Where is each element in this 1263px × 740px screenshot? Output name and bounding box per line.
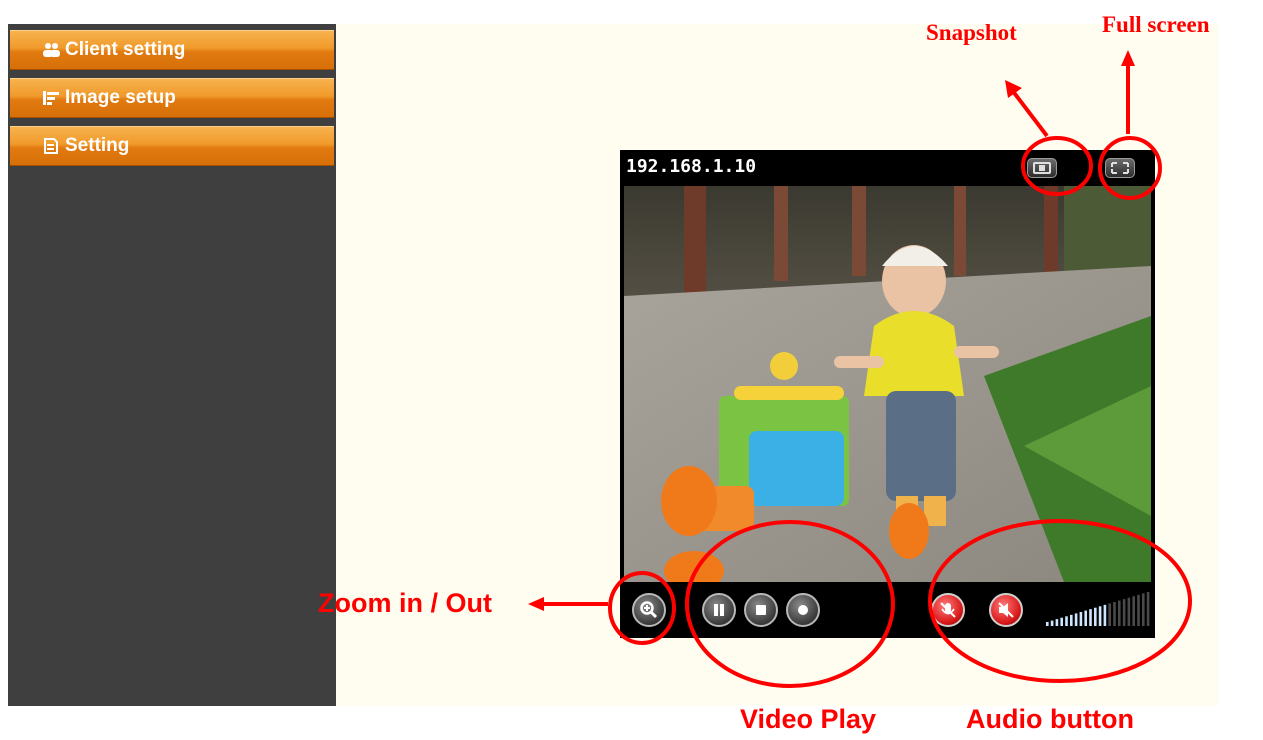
volume-bar xyxy=(1146,592,1150,626)
volume-bar xyxy=(1060,617,1063,626)
video-viewer: 192.168.1.10 xyxy=(620,150,1155,638)
volume-bar xyxy=(1055,619,1059,626)
volume-bar xyxy=(1122,599,1126,626)
volume-bar xyxy=(1074,613,1078,626)
volume-bar xyxy=(1142,593,1145,626)
volume-bar xyxy=(1065,616,1068,626)
fullscreen-icon xyxy=(1111,162,1129,174)
video-play-annotation-label: Video Play xyxy=(740,704,877,734)
ip-address-label: 192.168.1.10 xyxy=(626,156,757,177)
volume-bar xyxy=(1089,609,1092,626)
users-icon xyxy=(43,43,60,57)
volume-bar xyxy=(1094,607,1097,626)
snapshot-annotation-label: Snapshot xyxy=(926,20,1017,45)
record-icon xyxy=(798,605,808,615)
volume-bar xyxy=(1108,603,1111,626)
fullscreen-annotation-label: Full screen xyxy=(1102,12,1210,37)
volume-bar xyxy=(1113,602,1116,626)
microphone-mute-icon xyxy=(940,602,956,618)
volume-bar xyxy=(1118,600,1121,626)
volume-bar xyxy=(1127,597,1131,626)
volume-slider[interactable] xyxy=(1044,590,1152,628)
volume-bar xyxy=(1098,606,1102,626)
sidebar-item-label: Client setting xyxy=(65,39,186,60)
snapshot-button[interactable] xyxy=(1027,158,1057,178)
speaker-mute-icon xyxy=(998,602,1014,618)
sidebar: Client setting Image setup Setting xyxy=(8,24,336,706)
stop-icon xyxy=(756,605,766,615)
volume-bar xyxy=(1050,620,1054,626)
volume-bar xyxy=(1132,596,1135,626)
zoom-button[interactable] xyxy=(632,593,666,627)
snapshot-icon xyxy=(1033,162,1051,174)
sidebar-item-client-setting[interactable]: Client setting xyxy=(10,30,334,70)
record-button[interactable] xyxy=(786,593,820,627)
sidebar-item-label: Setting xyxy=(65,135,130,156)
zoom-icon xyxy=(640,601,658,619)
speaker-button[interactable] xyxy=(989,593,1023,627)
sidebar-item-label: Image setup xyxy=(65,87,176,108)
volume-bar xyxy=(1103,604,1107,626)
stop-button[interactable] xyxy=(744,593,778,627)
audio-button-annotation-label: Audio button xyxy=(966,704,1134,734)
volume-bar xyxy=(1079,612,1083,626)
pause-icon xyxy=(714,604,724,616)
settings-document-icon xyxy=(44,138,58,154)
pause-button[interactable] xyxy=(702,593,736,627)
sidebar-item-setting[interactable]: Setting xyxy=(10,126,334,166)
volume-bar xyxy=(1070,614,1073,626)
live-video-frame xyxy=(624,186,1151,582)
sidebar-item-image-setup[interactable]: Image setup xyxy=(10,78,334,118)
fullscreen-button[interactable] xyxy=(1105,158,1135,178)
video-scene-image xyxy=(624,186,1151,582)
volume-bar xyxy=(1137,594,1140,626)
volume-level-bars xyxy=(1046,592,1150,626)
volume-bar xyxy=(1084,610,1087,626)
volume-bar xyxy=(1046,622,1049,626)
image-setup-icon xyxy=(43,91,59,105)
microphone-button[interactable] xyxy=(931,593,965,627)
zoom-annotation-label: Zoom in / Out xyxy=(318,588,492,618)
